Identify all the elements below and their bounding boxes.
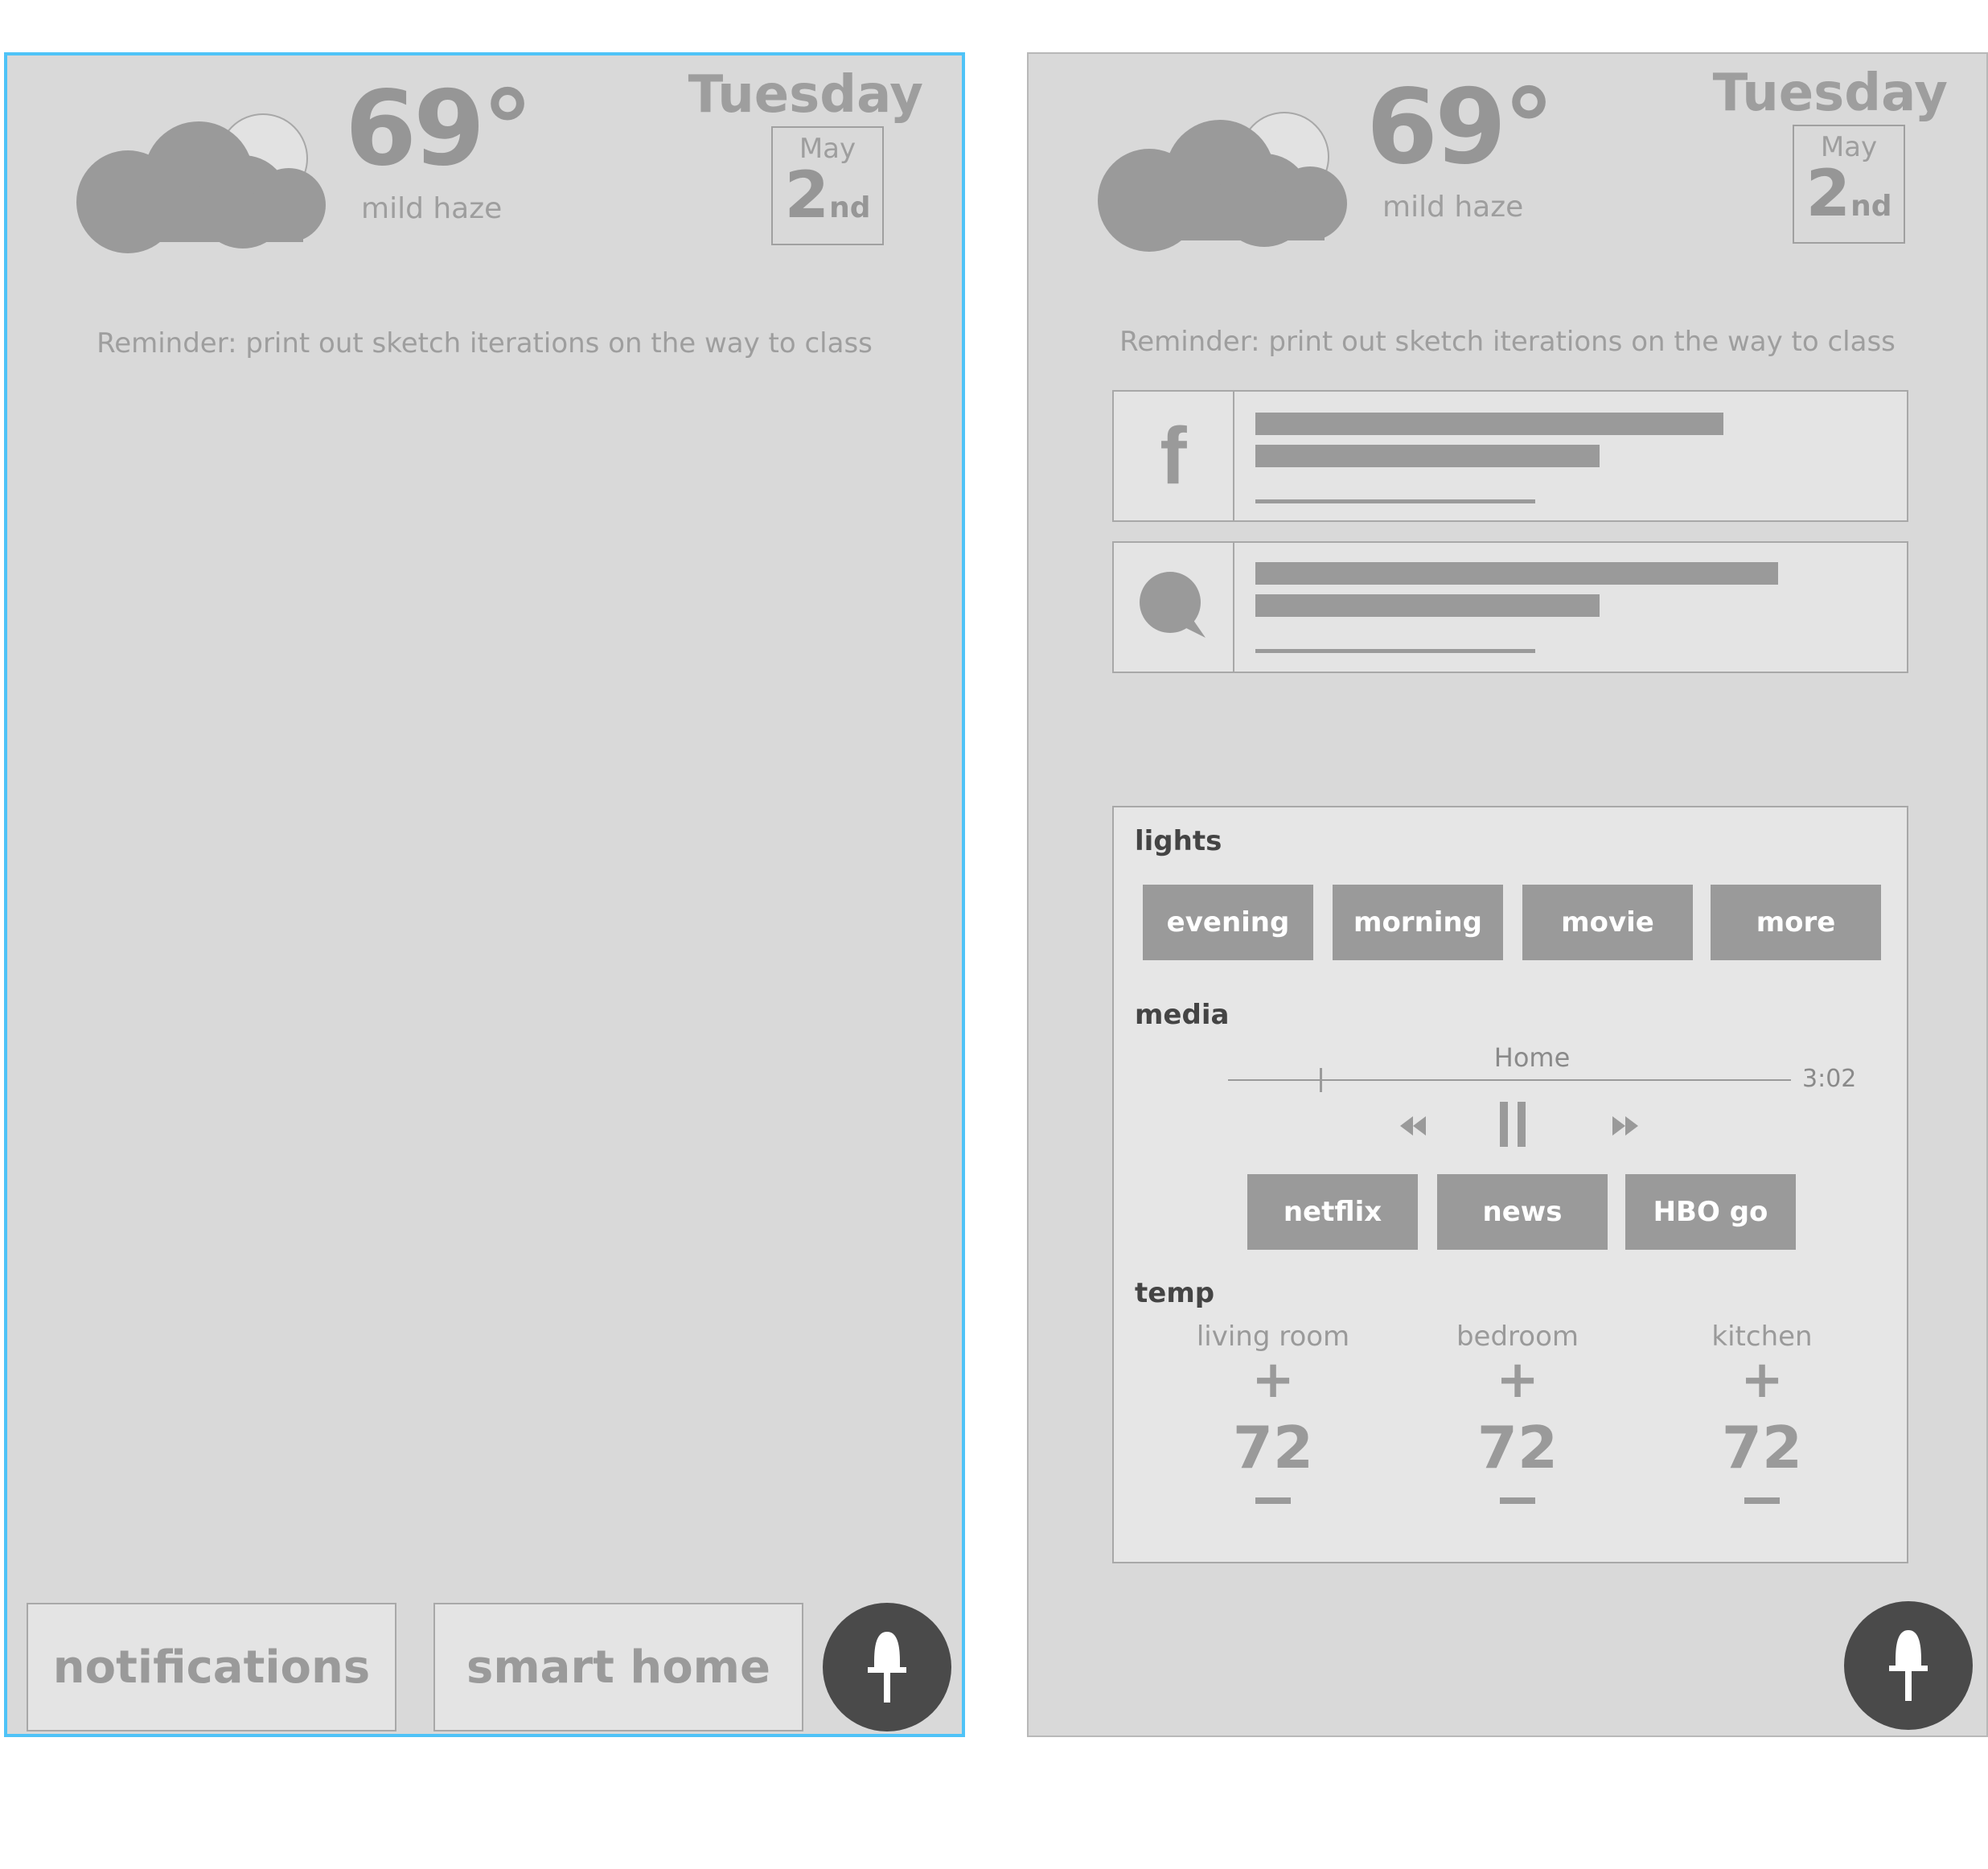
rewind-icon[interactable] xyxy=(1397,1110,1429,1142)
lights-preset-more[interactable]: more xyxy=(1711,885,1881,960)
fast-forward-icon[interactable] xyxy=(1609,1110,1641,1142)
smart-home-button[interactable]: smart home xyxy=(433,1603,803,1731)
voice-button[interactable] xyxy=(823,1603,951,1731)
room-name-living-room: living room xyxy=(1196,1321,1350,1353)
text-placeholder-line xyxy=(1255,499,1535,503)
weather-condition: mild haze xyxy=(1382,191,1524,224)
weather-condition: mild haze xyxy=(361,192,503,225)
message-icon-cell xyxy=(1114,543,1234,672)
date-day: 2nd xyxy=(1794,162,1904,226)
pause-icon[interactable] xyxy=(1497,1100,1529,1148)
room-temp-value: 72 xyxy=(1232,1414,1314,1481)
date-day-number: 2 xyxy=(1805,156,1851,231)
temp-increase-button[interactable]: + xyxy=(1429,1354,1606,1406)
temp-increase-button[interactable]: + xyxy=(1674,1354,1850,1406)
media-service-hbo-go[interactable]: HBO go xyxy=(1625,1174,1796,1250)
media-service-netflix[interactable]: netflix xyxy=(1247,1174,1418,1250)
text-placeholder-line xyxy=(1255,413,1723,435)
media-label: media xyxy=(1135,999,1230,1031)
facebook-notification-card[interactable]: f xyxy=(1112,390,1908,522)
microphone-icon xyxy=(868,1632,906,1703)
cloud-sun-icon xyxy=(76,113,326,253)
text-placeholder-line xyxy=(1255,594,1600,617)
text-placeholder-line xyxy=(1255,649,1535,653)
reminder-text: Reminder: print out sketch iterations on… xyxy=(97,327,873,359)
temperature: 69° xyxy=(1366,68,1555,187)
temp-decrease-button[interactable] xyxy=(1185,1497,1362,1504)
date-day: 2nd xyxy=(773,163,882,228)
message-bubble-icon xyxy=(1140,572,1206,638)
microphone-icon xyxy=(1889,1630,1928,1701)
media-service-news[interactable]: news xyxy=(1437,1174,1608,1250)
minus-icon xyxy=(1500,1497,1535,1504)
text-placeholder-line xyxy=(1255,562,1778,585)
smart-home-screen: 69° mild haze Tuesday May 2nd Reminder: … xyxy=(1027,52,1988,1737)
track-title: Home xyxy=(1493,1042,1571,1073)
room-name-bedroom: bedroom xyxy=(1456,1321,1579,1353)
notifications-button[interactable]: notifications xyxy=(27,1603,396,1731)
lights-preset-evening[interactable]: evening xyxy=(1143,885,1313,960)
room-name-kitchen: kitchen xyxy=(1711,1321,1813,1353)
date-suffix: nd xyxy=(829,191,871,224)
lights-label: lights xyxy=(1135,825,1222,857)
room-temp-value: 72 xyxy=(1477,1414,1559,1481)
progress-track[interactable] xyxy=(1228,1079,1791,1081)
minus-icon xyxy=(1744,1497,1780,1504)
minus-icon xyxy=(1255,1497,1291,1504)
temp-label: temp xyxy=(1135,1277,1215,1309)
message-notification-card[interactable] xyxy=(1112,541,1908,673)
reminder-text: Reminder: print out sketch iterations on… xyxy=(1119,326,1896,358)
day-name: Tuesday xyxy=(1712,64,1948,123)
temp-decrease-button[interactable] xyxy=(1429,1497,1606,1504)
progress-thumb[interactable] xyxy=(1320,1068,1322,1092)
facebook-icon: f xyxy=(1160,410,1187,501)
track-duration: 3:02 xyxy=(1802,1065,1857,1093)
text-placeholder-line xyxy=(1255,445,1600,467)
temp-increase-button[interactable]: + xyxy=(1185,1354,1362,1406)
lights-preset-movie[interactable]: movie xyxy=(1522,885,1693,960)
day-name: Tuesday xyxy=(688,65,923,125)
lights-preset-morning[interactable]: morning xyxy=(1333,885,1503,960)
facebook-icon-cell: f xyxy=(1114,392,1234,520)
smart-home-panel: lights evening morning movie more media … xyxy=(1112,806,1908,1563)
temperature: 69° xyxy=(345,69,533,189)
voice-button[interactable] xyxy=(1844,1601,1973,1730)
room-temp-value: 72 xyxy=(1721,1414,1803,1481)
date-card: May 2nd xyxy=(771,126,884,245)
home-screen: 69° mild haze Tuesday May 2nd Reminder: … xyxy=(4,52,965,1737)
cloud-sun-icon xyxy=(1098,112,1347,252)
date-day-number: 2 xyxy=(784,158,830,232)
date-suffix: nd xyxy=(1850,190,1892,223)
date-card: May 2nd xyxy=(1793,125,1905,244)
temp-decrease-button[interactable] xyxy=(1674,1497,1850,1504)
